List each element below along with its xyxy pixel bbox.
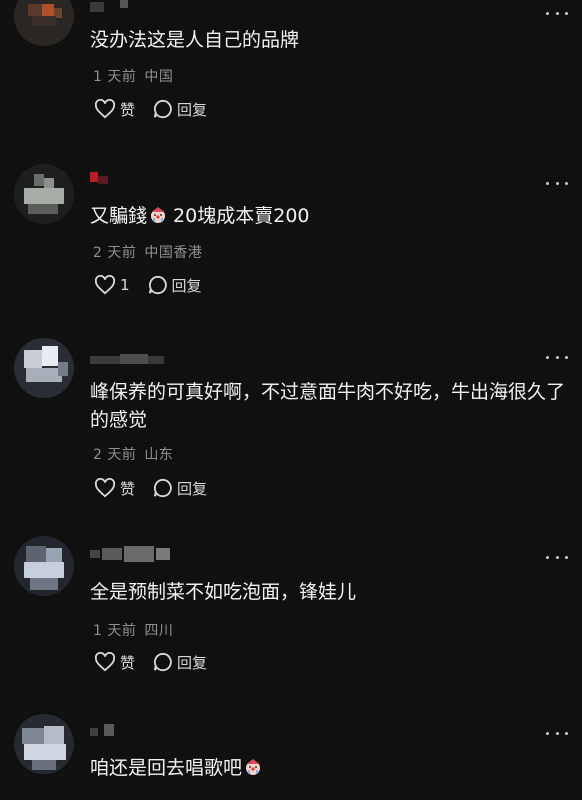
- username-blurred: [90, 0, 140, 16]
- comment-time: 1 天前: [93, 69, 137, 85]
- comment-text: 全是预制菜不如吃泡面，锋娃儿: [90, 581, 357, 603]
- comment-meta: 2 天前 山东: [93, 444, 173, 464]
- comment-item: 咱还是回去唱歌吧: [0, 706, 582, 800]
- avatar[interactable]: [14, 714, 74, 774]
- comment-time: 2 天前: [93, 447, 137, 463]
- comment-actions: 赞 回复: [94, 98, 225, 120]
- reply-label: 回复: [177, 653, 208, 672]
- like-label: 赞: [120, 653, 136, 672]
- comment-location: 中国香港: [144, 245, 203, 261]
- reply-button[interactable]: 回复: [148, 275, 202, 296]
- avatar[interactable]: [14, 536, 74, 596]
- reply-bubble-icon: [148, 275, 167, 295]
- comment-location: 中国: [144, 69, 174, 85]
- reply-label: 回复: [171, 276, 202, 295]
- username-blurred: [90, 722, 126, 738]
- avatar[interactable]: [14, 338, 74, 398]
- like-label: 赞: [120, 479, 136, 498]
- username-blurred: [90, 546, 172, 562]
- reply-label: 回复: [177, 100, 208, 119]
- comment-text-part: 咱还是回去唱歌吧: [90, 757, 243, 779]
- comment-text: 咱还是回去唱歌吧: [90, 754, 568, 782]
- username-blurred: [90, 352, 166, 368]
- more-options-button[interactable]: [546, 352, 568, 362]
- comment-text: 没办法这是人自己的品牌: [90, 29, 300, 51]
- like-button[interactable]: 赞: [94, 652, 135, 673]
- username-blurred: [90, 170, 120, 186]
- comment-text: 峰保养的可真好啊，不过意面牛肉不好吃，牛出海很久了的感觉: [90, 381, 566, 431]
- heart-icon: [94, 652, 116, 672]
- comment-item: 又騙錢 20塊成本賣200 2 天前 中国香港 1 回复: [0, 160, 582, 330]
- comment-item: 没办法这是人自己的品牌 1 天前 中国 赞 回复: [0, 0, 582, 160]
- reply-bubble-icon: [153, 478, 172, 498]
- like-button[interactable]: 1: [94, 275, 130, 295]
- reply-bubble-icon: [153, 99, 172, 119]
- comment-text-part: 20塊成本賣200: [167, 205, 310, 227]
- comment-location: 四川: [144, 623, 174, 639]
- reply-button[interactable]: 回复: [153, 99, 207, 120]
- avatar[interactable]: [14, 164, 74, 224]
- comment-item: 全是预制菜不如吃泡面，锋娃儿 1 天前 四川 赞 回复: [0, 530, 582, 706]
- comment-text-part: 又騙錢: [90, 205, 148, 227]
- comment-actions: 赞 回复: [94, 651, 225, 673]
- like-button[interactable]: 赞: [94, 478, 135, 499]
- comment-location: 山东: [144, 447, 174, 463]
- more-options-button[interactable]: [546, 552, 568, 562]
- more-options-button[interactable]: [546, 178, 568, 188]
- like-button[interactable]: 赞: [94, 99, 135, 120]
- comment-meta: 1 天前 中国: [93, 66, 173, 86]
- crying-clown-emoji-icon: [149, 204, 167, 223]
- comment-time: 1 天前: [93, 623, 137, 639]
- crying-clown-emoji-icon: [244, 756, 262, 775]
- comment-meta: 1 天前 四川: [93, 620, 173, 640]
- reply-bubble-icon: [153, 652, 172, 672]
- more-options-button[interactable]: [546, 728, 568, 738]
- reply-button[interactable]: 回复: [153, 652, 207, 673]
- like-count: 1: [120, 276, 130, 294]
- more-options-button[interactable]: [546, 8, 568, 18]
- like-label: 赞: [120, 100, 136, 119]
- heart-icon: [94, 478, 116, 498]
- heart-icon: [94, 99, 116, 119]
- comment-meta: 2 天前 中国香港: [93, 242, 202, 262]
- reply-label: 回复: [177, 479, 208, 498]
- heart-icon: [94, 275, 116, 295]
- comment-time: 2 天前: [93, 245, 137, 261]
- comment-item: 峰保养的可真好啊，不过意面牛肉不好吃，牛出海很久了的感觉 2 天前 山东 赞 回复: [0, 330, 582, 530]
- comment-actions: 1 回复: [94, 274, 220, 296]
- comment-actions: 赞 回复: [94, 477, 225, 499]
- comment-feed: 没办法这是人自己的品牌 1 天前 中国 赞 回复 又騙錢 20塊成本賣200 2…: [0, 0, 582, 800]
- reply-button[interactable]: 回复: [153, 478, 207, 499]
- comment-text: 又騙錢 20塊成本賣200: [90, 202, 568, 230]
- avatar[interactable]: [14, 0, 74, 46]
